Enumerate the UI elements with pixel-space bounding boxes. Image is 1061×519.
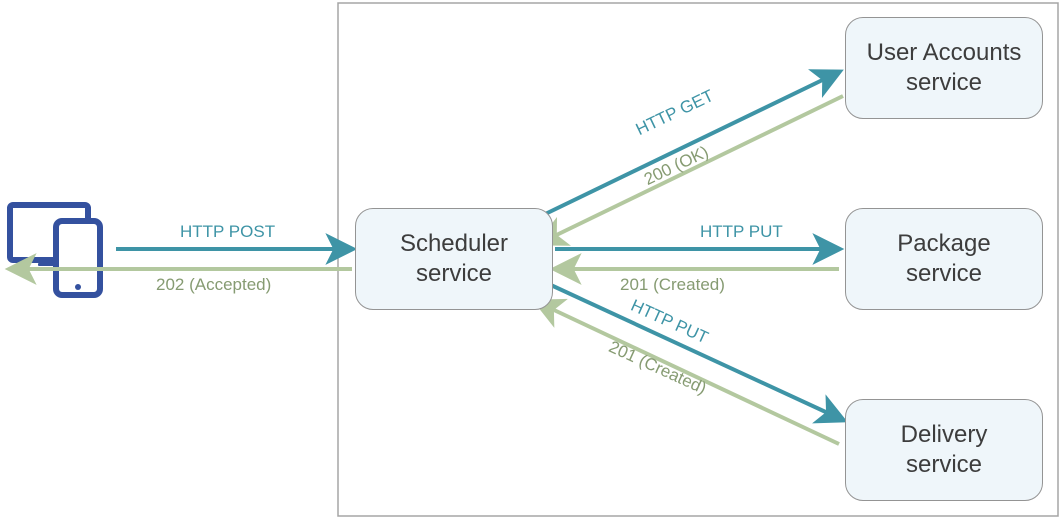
edge-scheduler-delivery-req [540, 280, 843, 420]
label-scheduler-package-res: 201 (Created) [620, 275, 725, 295]
label-scheduler-package-req: HTTP PUT [700, 222, 783, 242]
node-user-accounts: User Accounts service [845, 17, 1043, 119]
node-scheduler: Scheduler service [355, 208, 553, 310]
edge-scheduler-useraccounts-req [537, 72, 839, 218]
node-delivery: Delivery service [845, 399, 1043, 501]
client-device-icon [10, 205, 100, 295]
label-client-scheduler-res: 202 (Accepted) [156, 275, 271, 295]
node-package: Package service [845, 208, 1043, 310]
label-client-scheduler-req: HTTP POST [180, 222, 275, 242]
